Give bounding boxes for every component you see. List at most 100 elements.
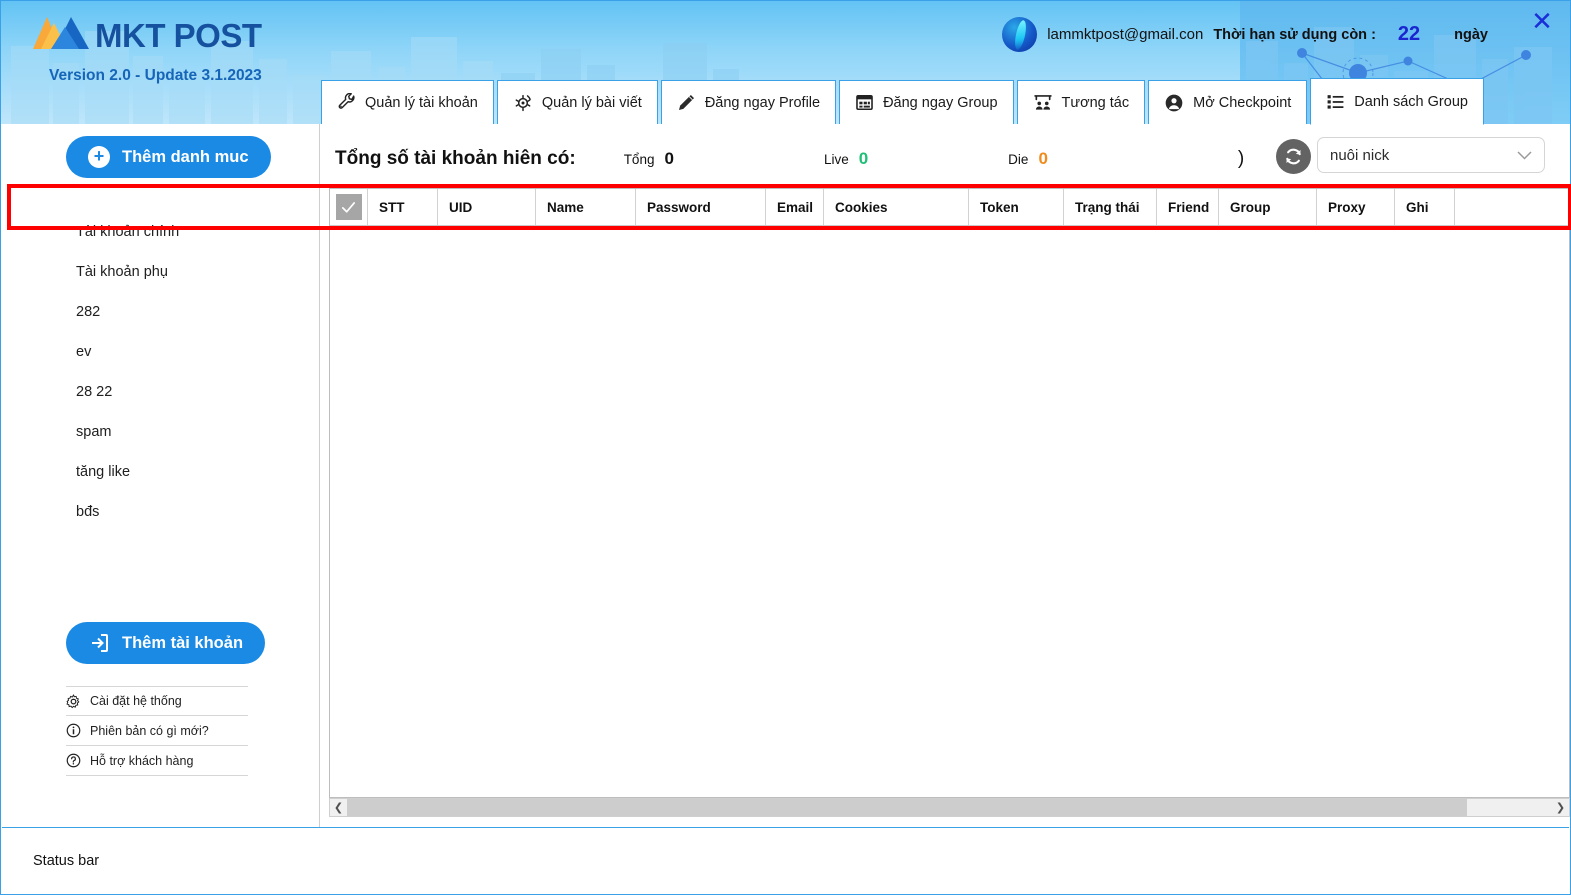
stat-value: 0: [664, 149, 674, 168]
tab-t-ng-t-c[interactable]: Tương tác: [1016, 80, 1146, 125]
logo-text: MKT POST: [95, 16, 262, 54]
tab-label: Mở Checkpoint: [1193, 94, 1292, 111]
sidebar-link-label: Phiên bản có gì mới?: [90, 723, 209, 738]
calendar-grid-icon: [855, 93, 874, 112]
refresh-icon: [1286, 148, 1301, 165]
avatar[interactable]: [1002, 17, 1038, 52]
stat-live: Live 0: [824, 149, 868, 169]
table-header-row: STT UID Name Password Email Cookies Token Trạng…: [330, 189, 1569, 226]
tab-ng-ngay-profile[interactable]: Đăng ngay Profile: [660, 80, 837, 125]
status-bar: Status bar: [2, 827, 1569, 893]
stat-die: Die 0: [1008, 149, 1048, 169]
tab-ng-ngay-group[interactable]: Đăng ngay Group: [839, 80, 1014, 125]
column-header-stt[interactable]: STT: [368, 189, 438, 225]
user-email: lammktpost@gmail.con: [1047, 26, 1204, 43]
application-window: MKT POST Version 2.0 - Update 3.1.2023 l…: [0, 0, 1571, 895]
tab-label: Đăng ngay Group: [883, 94, 998, 111]
sidebar-link-info[interactable]: Phiên bản có gì mới?: [66, 716, 248, 746]
expiry-label: Thời hạn sử dụng còn :: [1213, 26, 1376, 43]
sidebar-item-28-22[interactable]: 28 22: [76, 372, 306, 412]
sidebar-link-question[interactable]: Hỗ trợ khách hàng: [66, 746, 248, 776]
column-header-proxy[interactable]: Proxy: [1317, 189, 1395, 225]
column-header-token[interactable]: Token: [969, 189, 1064, 225]
mkt-mountain-logo-icon: [33, 17, 89, 49]
sidebar-links: Cài đặt hệ thống Phiên bản có gì mới? Hỗ t…: [66, 686, 248, 776]
login-arrow-icon: [92, 634, 108, 652]
list-icon: [1326, 92, 1345, 111]
plus-circle-icon: +: [88, 146, 110, 168]
summary-title: Tổng số tài khoản hiên có:: [335, 148, 576, 169]
accounts-table: STT UID Name Password Email Cookies Token Trạng…: [329, 188, 1570, 798]
chevron-right-icon[interactable]: ❯: [1552, 799, 1569, 816]
sidebar-item-282[interactable]: 282: [76, 292, 306, 332]
trailing-paren: ): [1237, 148, 1245, 169]
pencil-icon: [677, 93, 696, 112]
column-header-password[interactable]: Password: [636, 189, 766, 225]
tab-label: Đăng ngay Profile: [704, 94, 821, 111]
summary-bar: Tổng số tài khoản hiên có: Tổng 0 Live 0 Die…: [335, 138, 1244, 180]
app-logo: MKT POST Version 2.0 - Update 3.1.2023: [31, 13, 301, 113]
sidebar-link-label: Hỗ trợ khách hàng: [90, 753, 194, 768]
stat-label: Die: [1008, 152, 1029, 167]
sidebar-item-t-i-kho-n-ph[interactable]: Tài khoản phụ: [76, 252, 306, 292]
tab-qu-n-l-t-i-kho-n[interactable]: Quản lý tài khoản: [321, 80, 494, 125]
refresh-button[interactable]: [1276, 139, 1311, 174]
add-category-label: Thêm danh muc: [122, 147, 249, 166]
column-header-name[interactable]: Name: [536, 189, 636, 225]
column-header-uid[interactable]: UID: [438, 189, 536, 225]
question-icon: [66, 753, 81, 768]
scrollbar-thumb[interactable]: [347, 799, 1467, 816]
sidebar-item-t-ng-like[interactable]: tăng like: [76, 452, 306, 492]
people-board-icon: [1033, 93, 1053, 113]
account-info: lammktpost@gmail.con Thời hạn sử dụng cò…: [1002, 17, 1488, 52]
chevron-left-icon[interactable]: ❮: [330, 799, 347, 816]
chevron-down-icon: [1517, 150, 1532, 160]
sidebar-item-ev[interactable]: ev: [76, 332, 306, 372]
version-label: Version 2.0 - Update 3.1.2023: [49, 67, 262, 84]
tab-danh-s-ch-group[interactable]: Danh sách Group: [1310, 78, 1484, 125]
checkmark-icon[interactable]: [335, 194, 362, 220]
sidebar: + Thêm danh muc Tài khoản chính Tài khoản…: [2, 124, 320, 827]
person-circle-icon: [1164, 93, 1184, 113]
select-all-header[interactable]: [330, 189, 368, 225]
column-header-cookies[interactable]: Cookies: [824, 189, 969, 225]
column-header-tr-ng-th-i[interactable]: Trạng thái: [1064, 189, 1157, 225]
column-header-email[interactable]: Email: [766, 189, 824, 225]
stat-tng: Tổng 0: [624, 149, 674, 169]
add-account-button[interactable]: Thêm tài khoản: [66, 622, 266, 664]
expiry-unit: ngày: [1454, 26, 1488, 43]
tab-m-checkpoint[interactable]: Mở Checkpoint: [1148, 80, 1308, 125]
tab-label: Quản lý tài khoản: [365, 94, 478, 111]
sidebar-link-gear[interactable]: Cài đặt hệ thống: [66, 686, 248, 716]
close-icon[interactable]: ✕: [1528, 7, 1556, 35]
category-select[interactable]: nuôi nick: [1317, 137, 1545, 173]
main-tab-bar: Quản lý tài khoản Quản lý bài viết Đăng ng…: [321, 78, 1487, 125]
category-list: Tài khoản chính Tài khoản phụ 282 ev 28 22 sp…: [76, 212, 306, 532]
status-bar-text: Status bar: [33, 852, 100, 869]
sidebar-item-t-i-kho-n-ch-nh[interactable]: Tài khoản chính: [76, 212, 306, 252]
column-header-ghi[interactable]: Ghi: [1395, 189, 1455, 225]
sync-gear-icon: [513, 93, 533, 113]
tab-qu-n-l-b-i-vi-t[interactable]: Quản lý bài viết: [496, 80, 658, 125]
main-content: Tổng số tài khoản hiên có: Tổng 0 Live 0 Die…: [321, 124, 1570, 827]
sidebar-link-label: Cài đặt hệ thống: [90, 694, 182, 708]
column-header-friend[interactable]: Friend: [1157, 189, 1219, 225]
tab-label: Tương tác: [1061, 94, 1130, 111]
wrench-icon: [337, 93, 356, 112]
stat-value: 0: [1038, 149, 1048, 168]
stat-value: 0: [858, 149, 869, 168]
gear-icon: [66, 693, 81, 709]
info-icon: [66, 723, 81, 738]
tab-label: Danh sách Group: [1354, 93, 1468, 110]
sidebar-item-b-s[interactable]: bđs: [76, 492, 306, 532]
horizontal-scrollbar[interactable]: ❮ ❯: [329, 798, 1570, 817]
stat-label: Live: [823, 152, 849, 167]
expiry-days: 22: [1397, 23, 1421, 45]
add-category-button[interactable]: + Thêm danh muc: [66, 136, 271, 178]
tab-label: Quản lý bài viết: [541, 94, 642, 111]
sidebar-item-spam[interactable]: spam: [76, 412, 306, 452]
select-value: nuôi nick: [1330, 146, 1390, 164]
add-account-label: Thêm tài khoản: [122, 633, 244, 652]
column-header-group[interactable]: Group: [1219, 189, 1317, 225]
stat-label: Tổng: [623, 152, 655, 167]
